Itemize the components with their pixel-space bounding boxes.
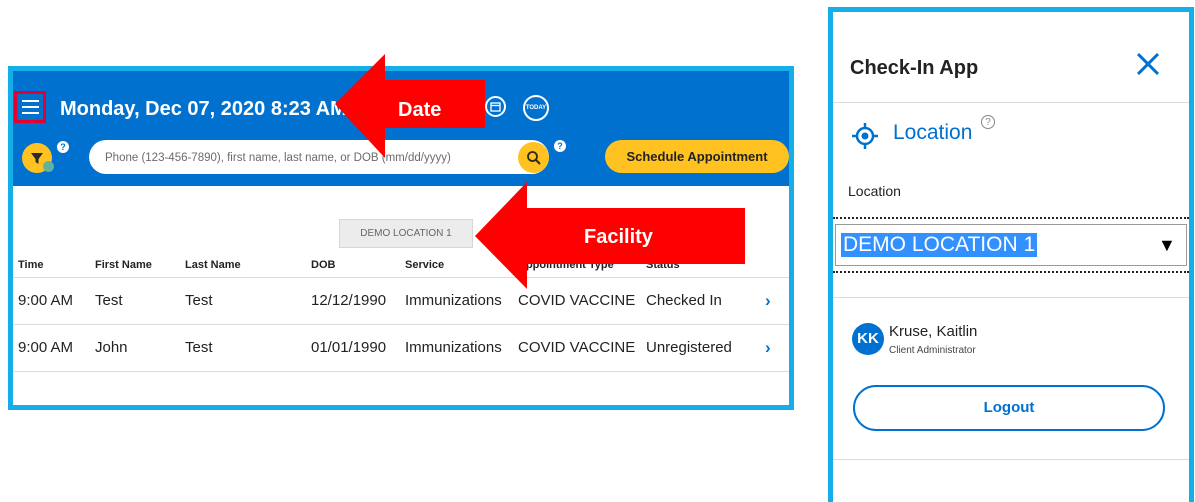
- table-row[interactable]: 9:00 AM John Test 01/01/1990 Immunizatio…: [13, 325, 789, 372]
- column-header-first-name[interactable]: First Name: [95, 259, 152, 271]
- location-section-heading: Location: [893, 121, 973, 144]
- filter-help-icon[interactable]: ?: [57, 141, 69, 153]
- search-icon: [526, 150, 541, 165]
- cell-last-name: Test: [185, 339, 213, 356]
- user-role: Client Administrator: [889, 345, 976, 356]
- date-annotation-label: Date: [398, 99, 442, 121]
- cell-first-name: John: [95, 339, 128, 356]
- search-help-icon[interactable]: ?: [554, 140, 566, 152]
- cell-dob: 12/12/1990: [311, 292, 387, 309]
- side-menu-panel: Check-In App Location ? Location DEMO LO…: [828, 7, 1194, 502]
- column-header-service[interactable]: Service: [405, 259, 444, 271]
- cell-service: Immunizations: [405, 339, 502, 356]
- cell-status: Unregistered: [646, 339, 732, 356]
- avatar: KK: [852, 323, 884, 355]
- cell-first-name: Test: [95, 292, 123, 309]
- divider: [833, 459, 1189, 460]
- panel-title: Check-In App: [850, 57, 979, 79]
- cell-appointment-type: COVID VACCINE: [518, 339, 636, 356]
- cell-dob: 01/01/1990: [311, 339, 387, 356]
- cell-time: 9:00 AM: [18, 292, 74, 309]
- chevron-right-icon[interactable]: ›: [765, 325, 771, 371]
- divider: [833, 102, 1189, 103]
- location-chip: DEMO LOCATION 1: [339, 219, 473, 248]
- column-header-dob[interactable]: DOB: [311, 259, 335, 271]
- location-select[interactable]: DEMO LOCATION 1 ▼: [835, 224, 1187, 266]
- column-header-time[interactable]: Time: [18, 259, 43, 271]
- search-button[interactable]: [518, 142, 549, 173]
- facility-annotation-label: Facility: [584, 226, 653, 248]
- user-name: Kruse, Kaitlin: [889, 323, 978, 340]
- cell-last-name: Test: [185, 292, 213, 309]
- location-help-icon[interactable]: ?: [981, 115, 995, 129]
- location-select-focus-ring: DEMO LOCATION 1 ▼: [833, 217, 1189, 273]
- location-target-icon: [852, 123, 878, 149]
- calendar-icon[interactable]: [485, 96, 506, 117]
- filter-check-badge-icon: [43, 161, 54, 172]
- chevron-right-icon[interactable]: ›: [765, 278, 771, 324]
- logout-button[interactable]: Logout: [853, 385, 1165, 431]
- today-button[interactable]: TODAY: [523, 95, 549, 121]
- divider: [833, 297, 1189, 298]
- column-header-last-name[interactable]: Last Name: [185, 259, 241, 271]
- location-select-value: DEMO LOCATION 1: [841, 233, 1038, 257]
- location-field-label: Location: [848, 183, 901, 199]
- hamburger-menu-icon[interactable]: [14, 91, 46, 123]
- close-icon[interactable]: [1133, 49, 1163, 79]
- caret-down-icon: ▼: [1158, 235, 1176, 255]
- current-date-time: Monday, Dec 07, 2020 8:23 AM: [60, 98, 347, 120]
- schedule-appointment-button[interactable]: Schedule Appointment: [605, 140, 789, 173]
- cell-time: 9:00 AM: [18, 339, 74, 356]
